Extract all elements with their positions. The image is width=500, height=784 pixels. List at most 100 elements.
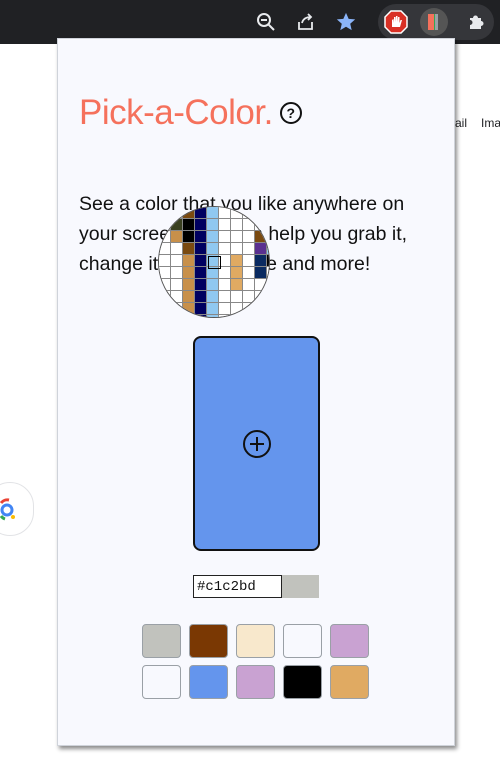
loupe-pixel [243, 243, 255, 255]
loupe-pixel [255, 303, 267, 315]
loupe-pixel [159, 267, 171, 279]
loupe-pixel [207, 315, 219, 317]
loupe-pixel [183, 255, 195, 267]
loupe-pixel [159, 279, 171, 291]
palette-swatch[interactable] [283, 624, 322, 658]
loupe-pixel [159, 243, 171, 255]
loupe-pixel [171, 291, 183, 303]
add-color-icon [242, 429, 271, 458]
color-picker-extension-icon[interactable] [420, 8, 448, 36]
color-preview-button[interactable] [193, 336, 320, 551]
loupe-pixel [219, 243, 231, 255]
saved-colors-palette [142, 624, 372, 699]
adblock-icon[interactable] [382, 8, 410, 36]
app-title: Pick-a-Color. [79, 93, 273, 132]
loupe-pixel [171, 219, 183, 231]
loupe-pixel [171, 231, 183, 243]
hex-row [193, 575, 319, 598]
loupe-pixel [171, 303, 183, 315]
loupe-pixel [243, 207, 255, 219]
loupe-pixel [195, 231, 207, 243]
magnifier-loupe [158, 206, 270, 318]
loupe-pixel [255, 207, 267, 219]
loupe-pixel [195, 219, 207, 231]
loupe-pixel [183, 207, 195, 219]
loupe-pixel [207, 219, 219, 231]
color-picker-popup: Pick-a-Color. ? See a color that you lik… [57, 38, 455, 746]
palette-swatch[interactable] [236, 624, 275, 658]
loupe-pixel [183, 243, 195, 255]
palette-swatch[interactable] [330, 665, 369, 699]
loupe-pixel [159, 303, 171, 315]
loupe-pixel [231, 219, 243, 231]
loupe-pixel [219, 291, 231, 303]
loupe-pixel [243, 255, 255, 267]
hex-input[interactable] [193, 575, 282, 598]
loupe-pixel [183, 231, 195, 243]
loupe-pixel [171, 243, 183, 255]
loupe-pixel [255, 279, 267, 291]
palette-swatch[interactable] [189, 665, 228, 699]
loupe-pixel [231, 255, 243, 267]
bookmark-star-icon[interactable] [331, 7, 361, 37]
loupe-pixel [243, 279, 255, 291]
loupe-pixel [231, 291, 243, 303]
loupe-pixel [267, 255, 269, 267]
loupe-pixel [243, 303, 255, 315]
palette-swatch[interactable] [142, 665, 181, 699]
loupe-pixel [195, 207, 207, 219]
loupe-pixel [219, 231, 231, 243]
loupe-pixel [195, 291, 207, 303]
gmail-link[interactable]: ail [455, 116, 467, 130]
loupe-pixel [219, 279, 231, 291]
loupe-pixel [159, 291, 171, 303]
images-link[interactable]: Ima [481, 116, 500, 130]
help-icon[interactable]: ? [279, 102, 302, 124]
google-lens-button[interactable] [0, 482, 34, 536]
loupe-pixel [219, 219, 231, 231]
loupe-pixel [243, 267, 255, 279]
loupe-pixel [243, 231, 255, 243]
loupe-pixel [207, 279, 219, 291]
loupe-pixel [231, 267, 243, 279]
palette-swatch[interactable] [236, 665, 275, 699]
loupe-pixel [207, 303, 219, 315]
current-color-swatch [282, 575, 319, 598]
loupe-pixel [195, 243, 207, 255]
loupe-pixel [183, 219, 195, 231]
loupe-pixel [183, 279, 195, 291]
extensions-puzzle-icon[interactable] [462, 8, 490, 36]
loupe-pixel [195, 255, 207, 267]
loupe-pixel [171, 207, 183, 219]
loupe-pixel [195, 279, 207, 291]
loupe-pixel [255, 267, 267, 279]
loupe-pixel [231, 279, 243, 291]
loupe-pixel [231, 231, 243, 243]
extension-group [378, 4, 494, 40]
loupe-pixel [159, 219, 171, 231]
loupe-pixel [159, 255, 171, 267]
palette-swatch[interactable] [330, 624, 369, 658]
zoom-out-icon[interactable] [251, 7, 281, 37]
loupe-pixel [243, 291, 255, 303]
palette-swatch[interactable] [142, 624, 181, 658]
loupe-pixel [231, 303, 243, 315]
loupe-pixel [183, 303, 195, 315]
loupe-pixel [207, 207, 219, 219]
loupe-pixel [207, 243, 219, 255]
palette-swatch[interactable] [189, 624, 228, 658]
loupe-pixel [231, 207, 243, 219]
loupe-pixel [255, 291, 267, 303]
loupe-pixel [231, 243, 243, 255]
loupe-pixel [255, 255, 267, 267]
loupe-pixel [195, 303, 207, 315]
loupe-pixel [159, 207, 171, 219]
loupe-pixel [171, 279, 183, 291]
share-icon[interactable] [291, 7, 321, 37]
loupe-pixel [183, 267, 195, 279]
loupe-pixel [171, 267, 183, 279]
loupe-pixel [171, 255, 183, 267]
loupe-pixel [243, 219, 255, 231]
google-lens-icon [0, 498, 15, 521]
palette-swatch[interactable] [283, 665, 322, 699]
